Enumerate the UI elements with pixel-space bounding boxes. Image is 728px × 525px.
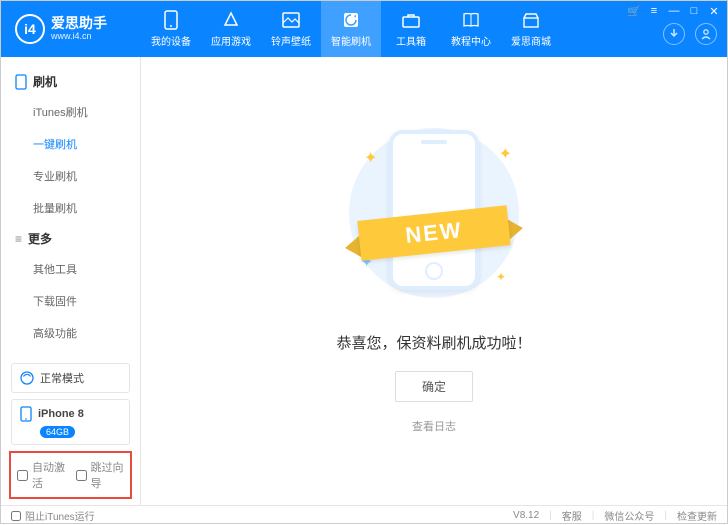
- sidebar-group-flash: 刷机: [1, 67, 140, 96]
- nav-tutorials[interactable]: 教程中心: [441, 1, 501, 57]
- wechat-link[interactable]: 微信公众号: [604, 508, 654, 523]
- nav-flash[interactable]: 智能刷机: [321, 1, 381, 57]
- wallpaper-icon: [281, 10, 301, 30]
- device-mode[interactable]: 正常模式: [11, 363, 130, 393]
- sidebar-item-batch-flash[interactable]: 批量刷机: [1, 192, 140, 224]
- phone-small-icon: [15, 74, 27, 90]
- skip-guide-checkbox[interactable]: 跳过向导: [76, 459, 125, 491]
- logo: i4 爱思助手 www.i4.cn: [1, 14, 141, 44]
- success-illustration: ✦ ✦ ✦ ✦ NEW: [334, 118, 534, 308]
- logo-subtitle: www.i4.cn: [51, 32, 107, 42]
- logo-icon: i4: [15, 14, 45, 44]
- toolbox-icon: [401, 10, 421, 30]
- download-button[interactable]: [663, 23, 685, 45]
- store-icon: [521, 10, 541, 30]
- nav-my-device[interactable]: 我的设备: [141, 1, 201, 57]
- window-controls: 🛒 ≡ — □ ✕: [627, 5, 721, 17]
- block-itunes-checkbox[interactable]: 阻止iTunes运行: [11, 508, 95, 523]
- user-button[interactable]: [695, 23, 717, 45]
- ribbon-label: NEW: [357, 205, 510, 260]
- sidebar-group-more: ≡ 更多: [1, 224, 140, 253]
- device-icon: [20, 406, 32, 422]
- sparkle-icon: ✦: [496, 270, 506, 284]
- sidebar-item-itunes-flash[interactable]: iTunes刷机: [1, 96, 140, 128]
- app-header: i4 爱思助手 www.i4.cn 我的设备 应用游戏 铃声壁纸 智能刷机 工具…: [1, 1, 727, 57]
- sidebar-item-download-firmware[interactable]: 下载固件: [1, 285, 140, 317]
- main-nav: 我的设备 应用游戏 铃声壁纸 智能刷机 工具箱 教程中心 爱思商城: [141, 1, 561, 57]
- auto-activate-checkbox[interactable]: 自动激活: [17, 459, 66, 491]
- storage-badge: 64GB: [40, 426, 75, 438]
- nav-store[interactable]: 爱思商城: [501, 1, 561, 57]
- sidebar: 刷机 iTunes刷机 一键刷机 专业刷机 批量刷机 ≡ 更多 其他工具 下载固…: [1, 57, 141, 505]
- book-icon: [461, 10, 481, 30]
- close-button[interactable]: ✕: [707, 5, 721, 17]
- version-label: V8.12: [513, 510, 539, 521]
- minimize-button[interactable]: —: [667, 5, 681, 17]
- status-bar: 阻止iTunes运行 V8.12 | 客服 | 微信公众号 | 检查更新: [1, 505, 727, 525]
- success-message: 恭喜您，保资料刷机成功啦！: [336, 332, 531, 353]
- device-info[interactable]: iPhone 8 64GB: [11, 399, 130, 445]
- sidebar-item-other-tools[interactable]: 其他工具: [1, 253, 140, 285]
- flash-options-highlight: 自动激活 跳过向导: [9, 451, 132, 499]
- menu-icon[interactable]: ≡: [647, 5, 661, 17]
- more-icon: ≡: [15, 232, 22, 246]
- maximize-button[interactable]: □: [687, 5, 701, 17]
- check-update-link[interactable]: 检查更新: [677, 508, 717, 523]
- flash-icon: [341, 10, 361, 30]
- sidebar-item-advanced[interactable]: 高级功能: [1, 317, 140, 349]
- sidebar-item-oneclick-flash[interactable]: 一键刷机: [1, 128, 140, 160]
- nav-ringtones[interactable]: 铃声壁纸: [261, 1, 321, 57]
- mode-icon: [20, 371, 34, 385]
- sparkle-icon: ✦: [364, 148, 377, 168]
- nav-toolbox[interactable]: 工具箱: [381, 1, 441, 57]
- apps-icon: [221, 10, 241, 30]
- sidebar-item-pro-flash[interactable]: 专业刷机: [1, 160, 140, 192]
- main-content: ✦ ✦ ✦ ✦ NEW 恭喜您，保资料刷机成功啦！ 确定 查看日志: [141, 57, 727, 505]
- cart-icon[interactable]: 🛒: [627, 5, 641, 17]
- device-name: iPhone 8: [38, 408, 84, 420]
- logo-title: 爱思助手: [51, 16, 107, 31]
- confirm-button[interactable]: 确定: [395, 371, 473, 402]
- sparkle-icon: ✦: [499, 144, 512, 164]
- phone-icon: [161, 10, 181, 30]
- view-log-link[interactable]: 查看日志: [412, 418, 456, 434]
- nav-apps[interactable]: 应用游戏: [201, 1, 261, 57]
- support-link[interactable]: 客服: [562, 508, 582, 523]
